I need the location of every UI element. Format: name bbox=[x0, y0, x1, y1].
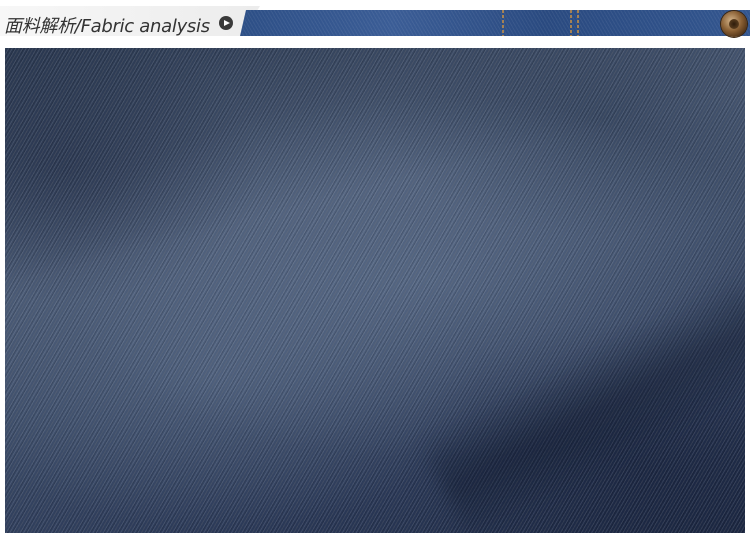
stitch-seam bbox=[570, 10, 572, 36]
rivet-icon bbox=[721, 11, 747, 37]
play-arrow-icon bbox=[219, 16, 233, 30]
fabric-closeup-image bbox=[5, 48, 745, 533]
stitch-seam bbox=[502, 10, 504, 36]
product-detail-section: 面料解析/Fabric analysis bbox=[0, 0, 750, 537]
section-header: 面料解析/Fabric analysis bbox=[0, 0, 750, 40]
stitch-seam bbox=[577, 10, 579, 36]
section-title: 面料解析/Fabric analysis bbox=[4, 16, 210, 37]
denim-banner bbox=[240, 10, 750, 36]
